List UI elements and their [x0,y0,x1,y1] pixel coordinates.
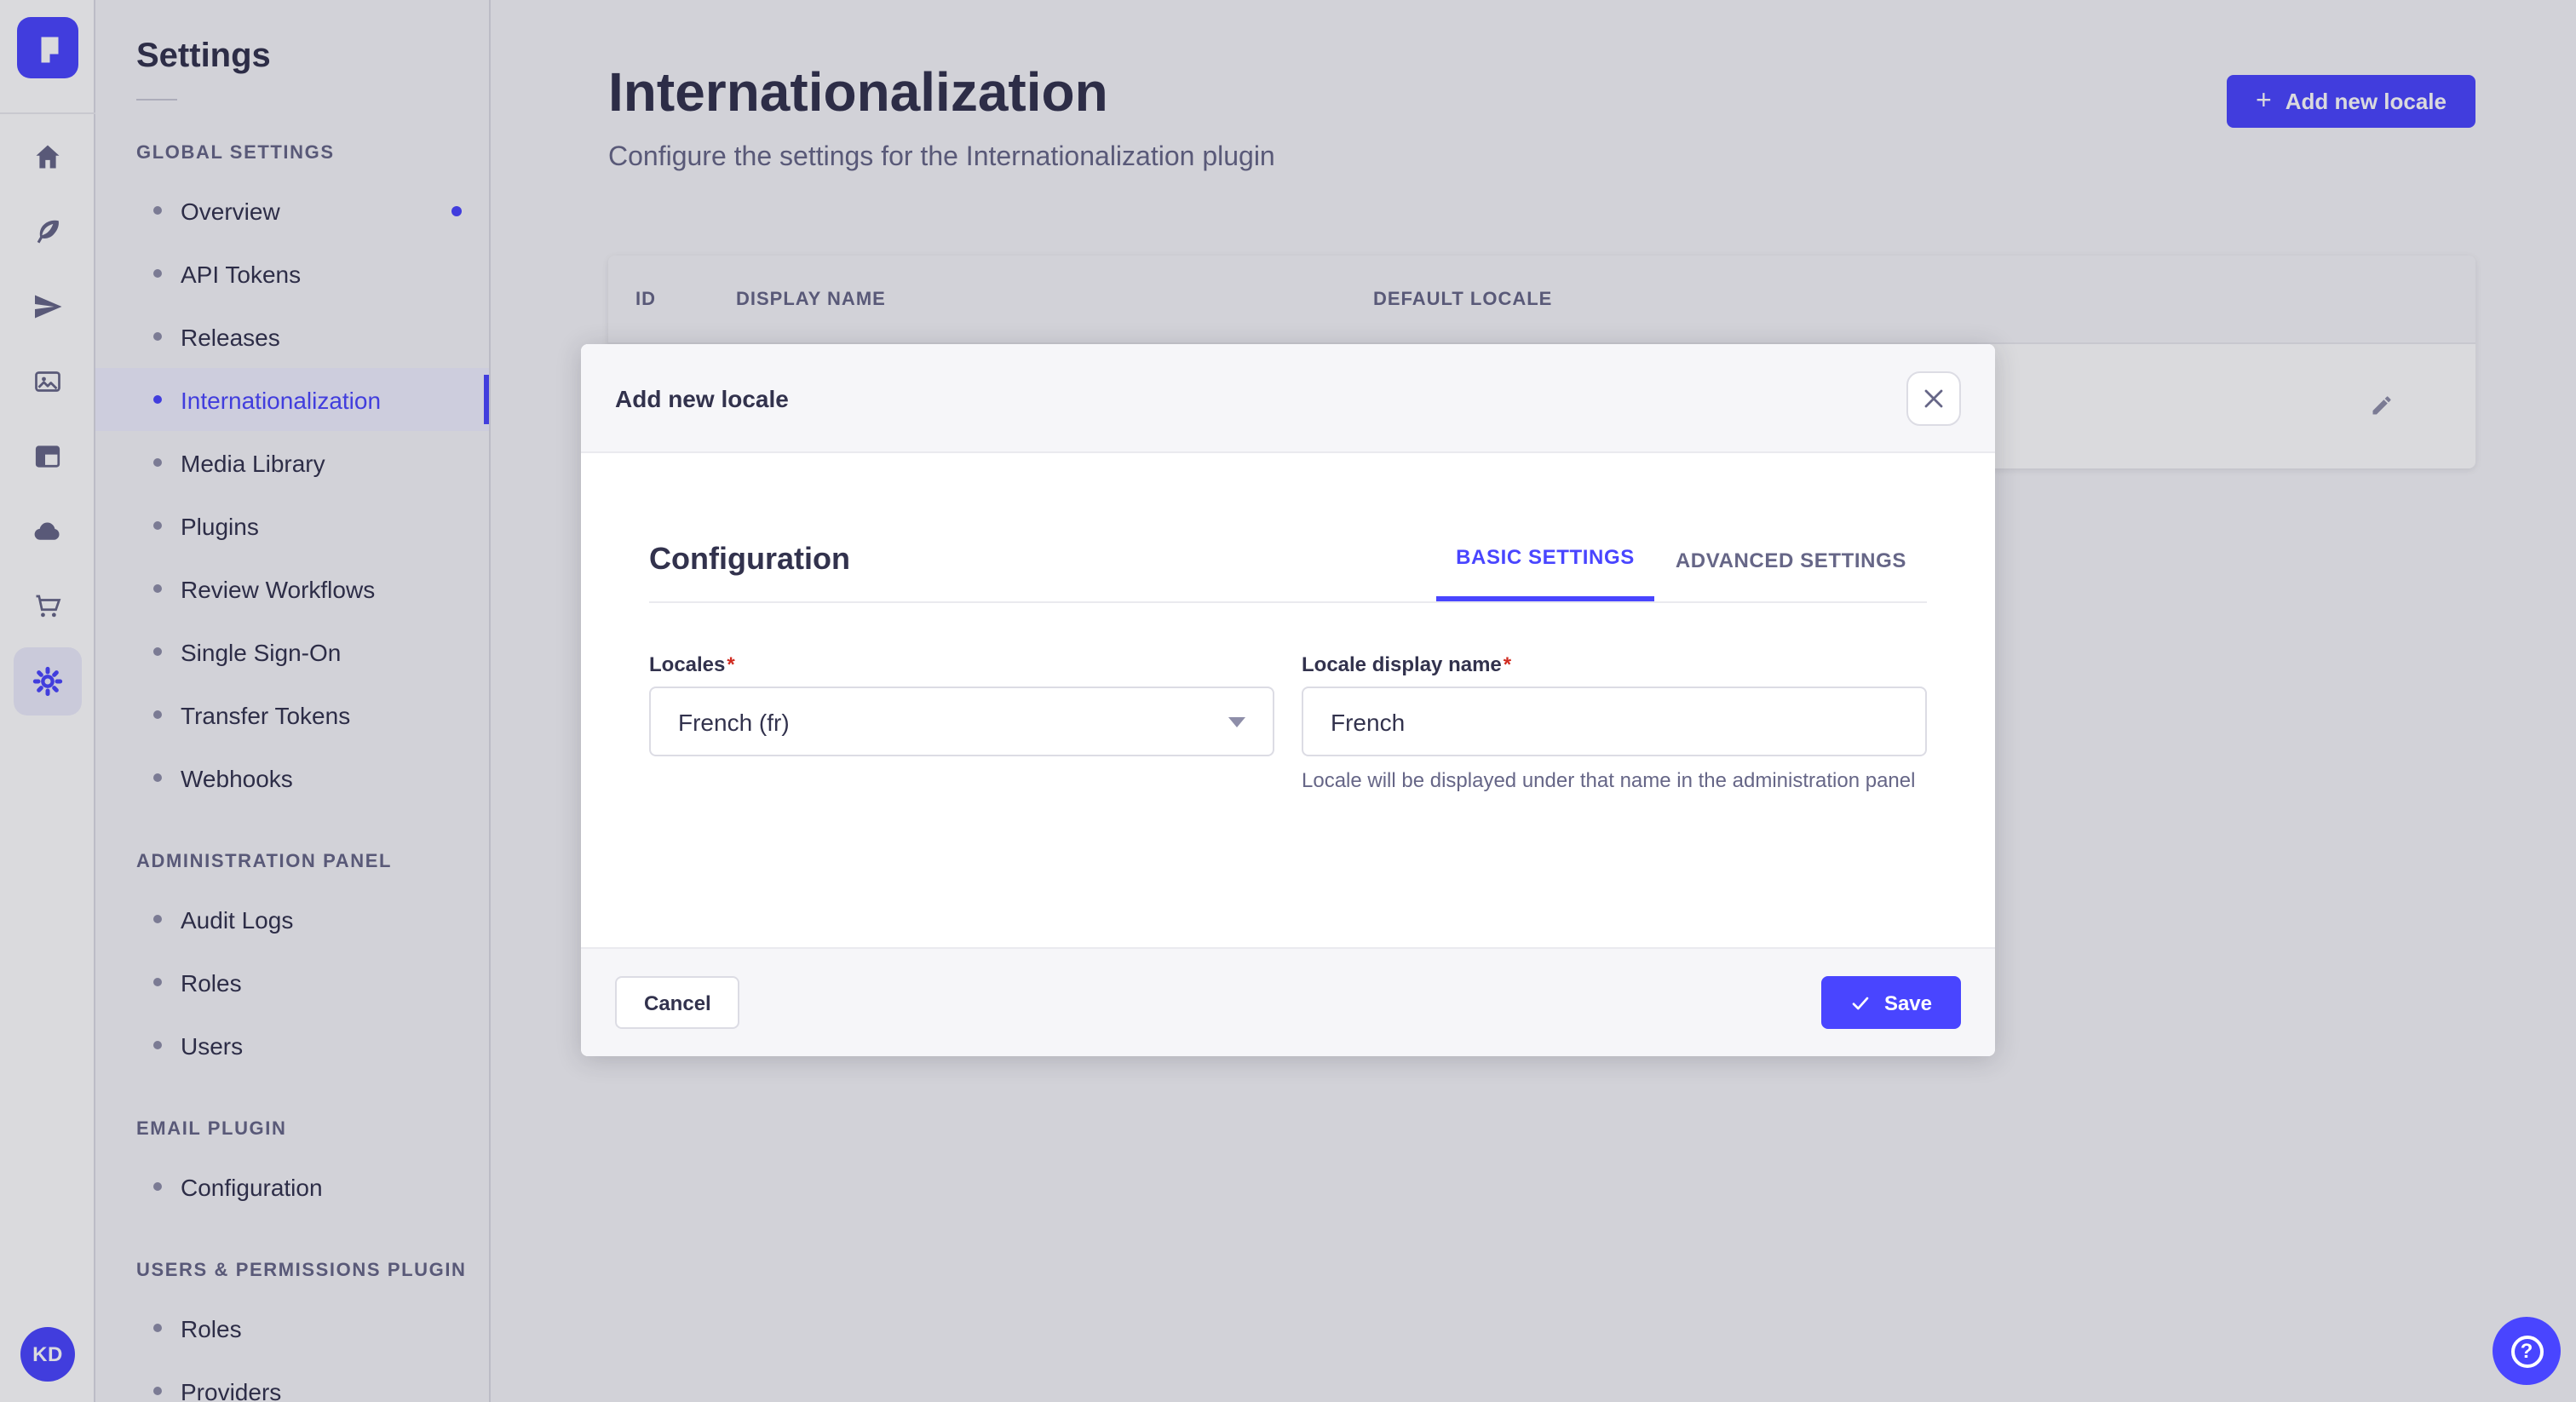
app-screen: KD Settings GLOBAL SETTINGS Overview API… [0,0,2576,1402]
close-icon [1924,388,1943,407]
locales-select-value: French (fr) [678,708,790,735]
modal-header: Add new locale [581,344,1995,453]
modal-body: Configuration BASIC SETTINGS ADVANCED SE… [581,453,1995,947]
cancel-button[interactable]: Cancel [615,976,740,1029]
display-name-field: Locale display name* Locale will be disp… [1302,651,1927,796]
required-asterisk: * [1503,652,1512,676]
save-button[interactable]: Save [1820,976,1961,1029]
question-mark-icon: ? [2510,1335,2543,1367]
form-fields: Locales * French (fr) Locale display name… [649,651,1927,796]
check-icon [1852,996,1869,1009]
add-locale-modal: Add new locale Configuration BASIC SETTI… [581,344,1995,1056]
display-name-hint: Locale will be displayed under that name… [1302,768,1916,792]
modal-title: Add new locale [615,384,789,411]
close-button[interactable] [1906,371,1961,425]
locales-field: Locales * French (fr) [649,651,1274,796]
settings-tabs: BASIC SETTINGS ADVANCED SETTINGS [1435,518,1927,601]
locales-label: Locales * [649,652,735,676]
configuration-header-row: Configuration BASIC SETTINGS ADVANCED SE… [649,494,1927,603]
chevron-down-icon [1228,716,1245,727]
tab-advanced-settings[interactable]: ADVANCED SETTINGS [1655,518,1927,601]
modal-footer: Cancel Save [581,947,1995,1056]
locales-select[interactable]: French (fr) [649,687,1274,756]
tab-basic-settings[interactable]: BASIC SETTINGS [1435,518,1655,601]
display-name-label: Locale display name * [1302,652,1512,676]
configuration-title: Configuration [649,542,850,576]
display-name-input[interactable] [1302,687,1927,756]
help-button[interactable]: ? [2493,1317,2561,1385]
required-asterisk: * [727,652,735,676]
